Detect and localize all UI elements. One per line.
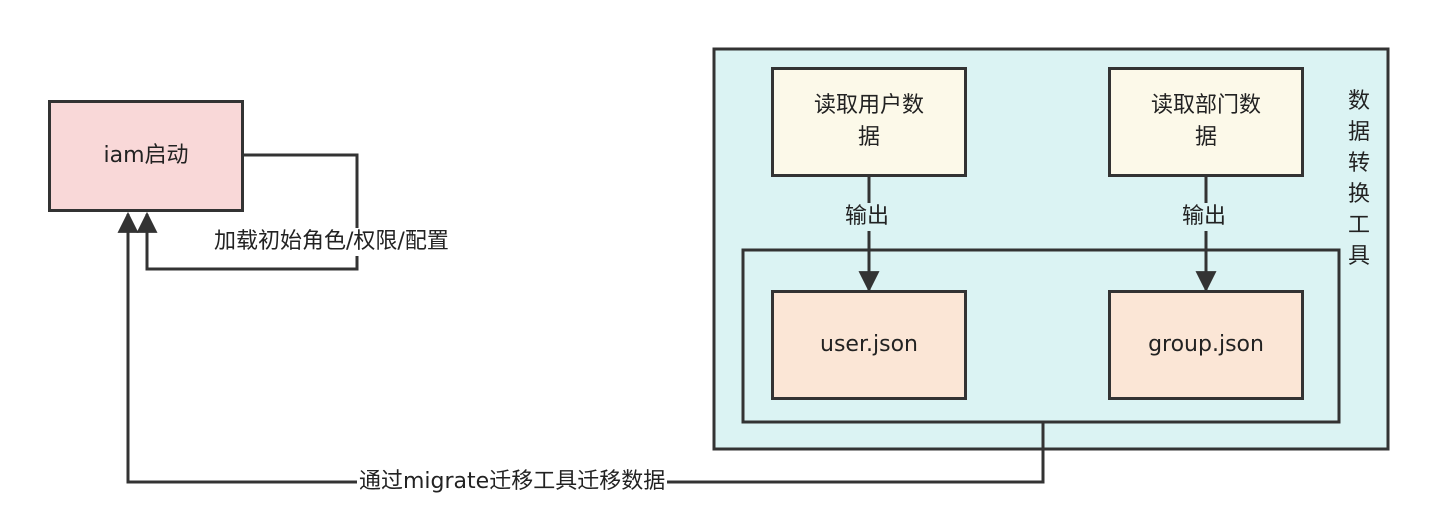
iam-start-label: iam启动 bbox=[103, 143, 189, 169]
group-json-label: group.json bbox=[1148, 332, 1264, 358]
migrate-label: 通过migrate迁移工具迁移数据 bbox=[357, 468, 668, 496]
read-dept-node: 读取部门数据 bbox=[1108, 67, 1304, 177]
iam-start-node: iam启动 bbox=[48, 100, 244, 212]
read-user-label: 读取用户数据 bbox=[814, 93, 925, 150]
tool-label: 数据转换工具 bbox=[1347, 89, 1370, 269]
user-json-node: user.json bbox=[771, 290, 967, 400]
group-json-node: group.json bbox=[1108, 290, 1304, 400]
read-dept-label: 读取部门数据 bbox=[1151, 93, 1262, 150]
output-user-label: 输出 bbox=[843, 203, 892, 231]
user-json-label: user.json bbox=[820, 332, 918, 358]
read-user-node: 读取用户数据 bbox=[771, 67, 967, 177]
self-loop-label: 加载初始角色/权限/配置 bbox=[212, 228, 451, 256]
output-dept-label: 输出 bbox=[1180, 203, 1229, 231]
